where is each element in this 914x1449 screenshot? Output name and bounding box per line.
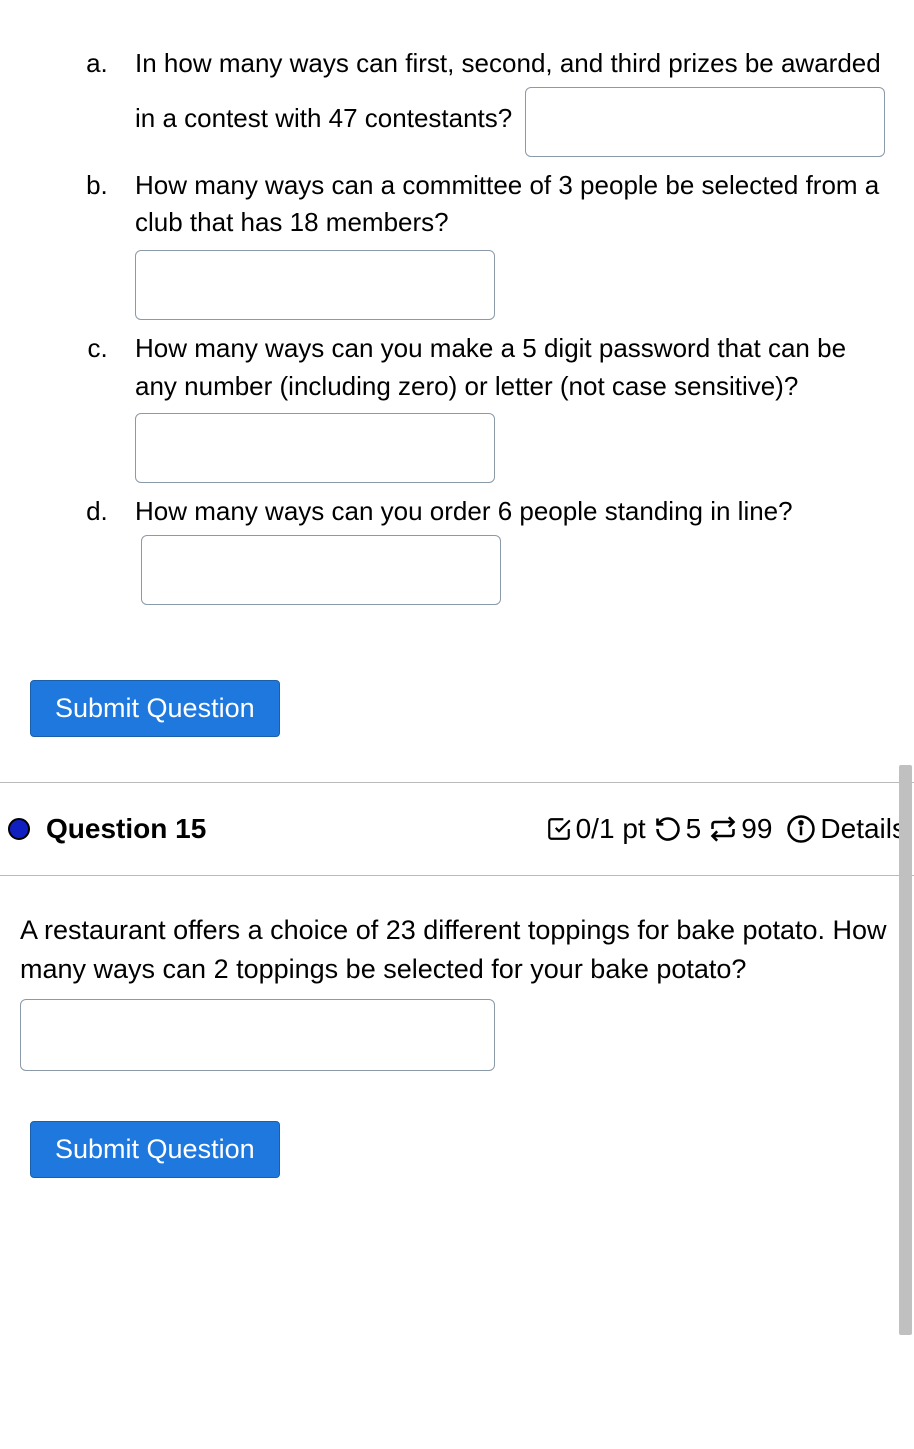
answer-input-c[interactable] [135, 413, 495, 483]
info-icon [786, 814, 816, 844]
swap-icon [709, 815, 737, 843]
question-list: In how many ways can first, second, and … [20, 45, 894, 605]
attempts-stat: 5 [654, 813, 702, 845]
answer-input-d[interactable] [141, 535, 501, 605]
details-link[interactable]: Details [786, 813, 906, 845]
scrollbar-thumb[interactable] [899, 765, 912, 1335]
tries-stat: 99 [709, 813, 772, 845]
submit-question-button-2[interactable]: Submit Question [30, 1121, 280, 1178]
question-d-text: How many ways can you order 6 people sta… [135, 496, 793, 526]
question-header: Question 15 0/1 pt 5 99 [0, 783, 914, 875]
answer-input-a[interactable] [525, 87, 885, 157]
question-title: Question 15 [46, 813, 206, 845]
question-item-c: How many ways can you make a 5 digit pas… [115, 330, 894, 483]
answer-input-q15[interactable] [20, 999, 495, 1071]
checkbox-icon [546, 816, 572, 842]
question-item-d: How many ways can you order 6 people sta… [115, 493, 894, 605]
question-item-b: How many ways can a committee of 3 peopl… [115, 167, 894, 320]
scrollbar-track[interactable] [897, 45, 914, 1178]
attempts-value: 5 [686, 813, 702, 845]
question-c-text: How many ways can you make a 5 digit pas… [135, 333, 846, 401]
stats-group: 0/1 pt 5 99 Details [546, 813, 906, 845]
question-b-text: How many ways can a committee of 3 peopl… [135, 170, 879, 238]
question-item-a: In how many ways can first, second, and … [115, 45, 894, 157]
answer-input-b[interactable] [135, 250, 495, 320]
tries-value: 99 [741, 813, 772, 845]
submit-question-button[interactable]: Submit Question [30, 680, 280, 737]
retry-icon [654, 815, 682, 843]
details-label: Details [820, 813, 906, 845]
status-dot-icon [8, 818, 30, 840]
points-stat: 0/1 pt [546, 813, 646, 845]
question-15-text: A restaurant offers a choice of 23 diffe… [0, 876, 914, 989]
points-value: 0/1 pt [576, 813, 646, 845]
